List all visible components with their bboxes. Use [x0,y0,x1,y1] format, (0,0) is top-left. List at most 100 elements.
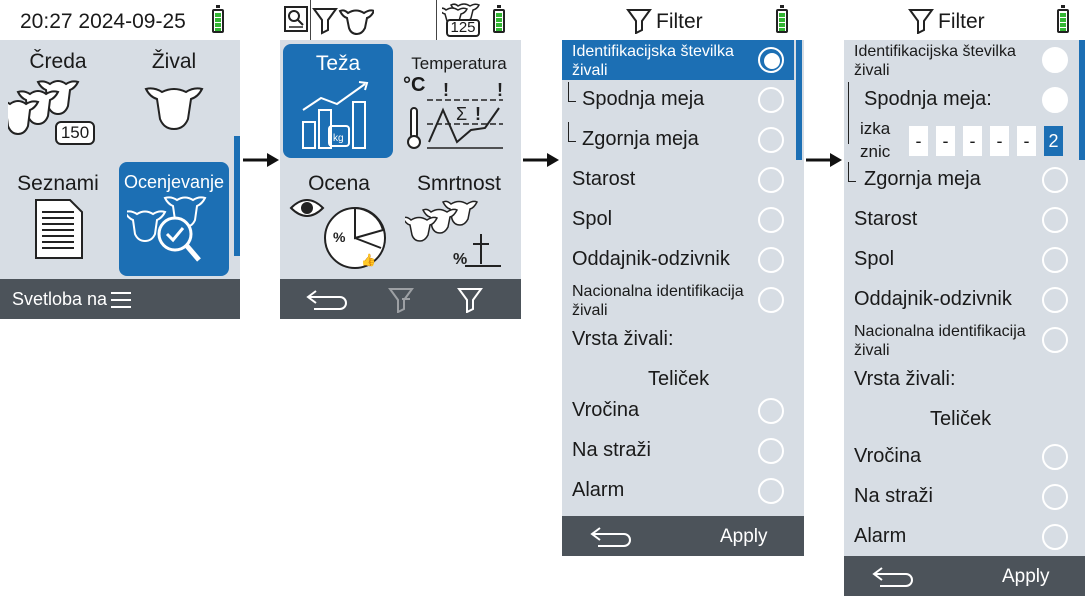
radio-button[interactable] [1042,247,1068,273]
filter-scrollbar[interactable] [1079,40,1085,160]
filter-row-transponder[interactable]: Oddajnik-odzivnik [844,280,1076,320]
screen-main-menu: 20:27 2024-09-25 Čreda 150 Žival Seznami [0,0,240,319]
radio-button[interactable] [758,127,784,153]
menu-scrollbar[interactable] [234,136,240,256]
filter-row-fever[interactable]: Vročina [844,437,1076,477]
radio-button[interactable] [758,438,784,464]
filter-row-label: Nacionalna identifikacija živali [854,323,1026,359]
digit-field[interactable]: - [1017,126,1036,156]
digit-field[interactable]: - [990,126,1009,156]
weight-label: Teža [315,52,361,75]
animal-tile[interactable]: Žival [118,44,230,154]
menu-icon[interactable] [111,291,131,309]
screen-filter-list: Filter Identifikacijska številka živali … [562,0,804,556]
radio-button[interactable] [758,398,784,424]
weight-tile[interactable]: Teža kg [283,44,393,158]
filter-row-label: Vročina [854,445,922,467]
filter-row-lower-input[interactable]: izka znic - - - - - 2 [844,119,1076,161]
filter-row-label: Spol [572,208,613,230]
radio-button[interactable] [1042,287,1068,313]
radio-button[interactable] [758,207,784,233]
radio-button[interactable] [1042,444,1068,470]
mortality-tile[interactable]: Smrtnost % [399,162,519,274]
battery-icon [212,5,224,33]
temperature-label: Temperatura [411,54,507,73]
screen-evaluation-menu: 125 Teža kg Temperatura °C ! Σ ! ! Ocena… [280,0,521,319]
temperature-tile[interactable]: Temperatura °C ! Σ ! ! [399,44,519,158]
digit-field[interactable]: - [909,126,928,156]
radio-button[interactable] [758,87,784,113]
battery-icon [493,5,505,33]
datetime: 20:27 2024-09-25 [20,10,186,33]
filter-row-label: Oddajnik-odzivnik [854,288,1012,310]
radio-button[interactable] [1042,524,1068,550]
radio-button[interactable] [758,287,784,313]
filter-row-upper-limit[interactable]: Zgornja meja [562,120,794,160]
filter-row-label: Zgornja meja [582,128,699,150]
filter-row-upper-limit[interactable]: Zgornja meja [844,160,1076,200]
filter-row-fever[interactable]: Vročina [562,391,794,431]
filter-row-animal-type: Vrsta živali: [562,320,794,360]
digit-field-active[interactable]: 2 [1044,126,1063,156]
filter-row-sex[interactable]: Spol [562,200,794,240]
apply-button[interactable]: Apply [720,526,768,548]
herd-count-badge: 150 [60,123,90,142]
filter-row-on-guard[interactable]: Na straži [562,431,794,471]
filter-icon [908,9,934,34]
filter-row-lower-limit[interactable]: Spodnja meja: [844,80,1076,144]
filter-row-animal-type: Vrsta živali: [844,360,1076,400]
filter-row-label: Na straži [572,439,651,461]
filter-remove-icon[interactable] [388,287,414,313]
evaluation-label: Ocenjevanje [123,172,225,192]
radio-button[interactable] [1042,327,1068,353]
radio-button[interactable] [1042,47,1068,73]
svg-text:Σ: Σ [456,104,467,124]
radio-button[interactable] [1042,167,1068,193]
digit-field[interactable]: - [963,126,982,156]
filter-row-age[interactable]: Starost [844,200,1076,240]
filter-row-label: Vrsta živali: [854,368,956,390]
lists-tile[interactable]: Seznami [2,162,114,274]
herd-tile[interactable]: Čreda 150 [2,44,114,154]
herd-count-badge: 125 [446,19,480,37]
filter-row-on-guard[interactable]: Na straži [844,477,1076,517]
back-icon[interactable] [590,524,636,548]
filter-row-label: Nacionalna identifikacija živali [572,283,744,319]
radio-button[interactable] [758,47,784,73]
evaluation-footer [280,279,521,319]
herd-label: Čreda [29,50,87,73]
filter-row-alarm[interactable]: Alarm [562,471,794,511]
radio-button[interactable] [758,478,784,504]
apply-button[interactable]: Apply [1002,566,1050,588]
cow-head-icon [144,87,204,131]
eye-pie-icon: % 👍 [289,199,386,269]
radio-button[interactable] [758,247,784,273]
filter-row-national-id[interactable]: Nacionalna identifikacija živali [844,320,1076,360]
digit-field[interactable]: - [936,126,955,156]
animal-label: Žival [151,50,197,73]
radio-button[interactable] [758,167,784,193]
light-toggle-label[interactable]: Svetloba na [12,289,107,310]
filter-scrollbar[interactable] [796,40,802,160]
back-icon[interactable] [872,564,918,588]
filter-row-age[interactable]: Starost [562,160,794,200]
selection-label-line1: izka [860,119,891,138]
evaluation-tile[interactable]: Ocenjevanje [119,162,229,276]
search-document-icon [284,6,308,32]
filter-row-alarm[interactable]: Alarm [844,517,1076,557]
filter-title: Filter [656,10,703,33]
mortality-icon: % [405,200,501,268]
filter-row-national-id[interactable]: Nacionalna identifikacija živali [562,280,794,320]
score-tile[interactable]: Ocena % 👍 [283,162,395,274]
radio-button[interactable] [1042,484,1068,510]
filter-row-sex[interactable]: Spol [844,240,1076,280]
filter-row-transponder[interactable]: Oddajnik-odzivnik [562,240,794,280]
filter-row-animal-id[interactable]: Identifikacijska številka živali [844,40,1076,80]
filter-row-lower-limit[interactable]: Spodnja meja [562,80,794,120]
filter-row-calf[interactable]: Teliček [844,400,1076,440]
filter-row-animal-id[interactable]: Identifikacijska številka živali [562,40,794,80]
back-icon[interactable] [306,287,352,311]
filter-icon[interactable] [457,287,483,313]
radio-button[interactable] [1042,207,1068,233]
radio-button[interactable] [1042,87,1068,113]
